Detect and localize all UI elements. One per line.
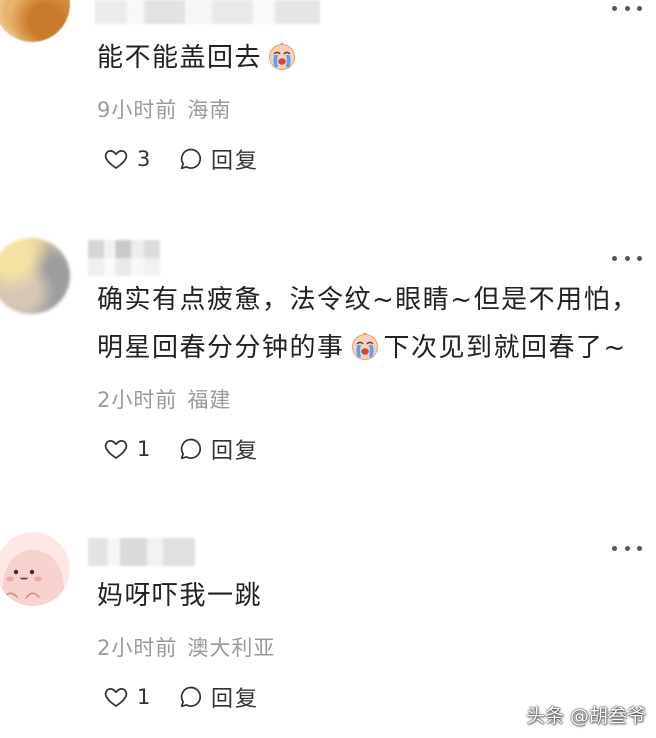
username-blurred[interactable] [95,0,320,24]
watermark-handle: @胡叁爷 [569,705,646,727]
watermark-platform: 头条 [525,705,564,727]
more-dots-icon [624,5,630,11]
comment-bubble-icon [178,146,204,172]
comment: 妈呀吓我一跳 2小时前 澳大利亚 1 回复 [97,572,656,712]
username-blurred[interactable] [88,538,195,566]
comment-list: 能不能盖回去 9小时前 海南 3 回复 确实有点疲惫，法令纹~眼睛~但是不用怕， 明… [0,0,656,738]
comment-text: 妈呀吓我一跳 [97,572,656,620]
reply-button[interactable]: 回复 [178,434,259,464]
comment-text-segment: 确实有点疲惫，法令纹~眼睛~但是不用怕， [97,285,639,315]
avatar[interactable] [0,238,70,314]
comment-location: 海南 [187,98,232,122]
comment-text-segment: 能不能盖回去 [97,43,263,73]
reply-label: 回复 [211,439,260,464]
like-button[interactable]: 1 [103,434,150,464]
comment-text-segment: 妈呀吓我一跳 [97,581,263,611]
comment-time: 2小时前 [97,388,178,412]
comment-meta: 2小时前 福建 [97,386,656,414]
more-dots-icon [637,5,642,11]
comment-bubble-icon [178,684,204,710]
comment-actions: 1 回复 [97,434,656,464]
more-dots-icon [624,255,630,261]
like-count: 1 [137,437,151,461]
heart-outline-icon [103,146,129,172]
comment-bubble-icon [178,436,204,462]
more-dots-icon [612,5,617,11]
more-options-button[interactable] [612,542,642,554]
reply-label: 回复 [211,687,260,712]
more-dots-icon [637,545,642,551]
like-button[interactable]: 1 [103,682,150,712]
heart-outline-icon [103,436,129,462]
more-dots-icon [637,255,642,261]
comment-actions: 3 回复 [97,144,656,174]
watermark: 头条 @胡叁爷 [526,701,646,728]
loudly-crying-face-icon [349,330,381,362]
more-dots-icon [612,545,617,551]
more-dots-icon [612,255,617,261]
heart-outline-icon [103,684,129,710]
reply-button[interactable]: 回复 [178,682,259,712]
reply-button[interactable]: 回复 [178,144,259,174]
username-blurred[interactable] [88,240,160,276]
loudly-crying-face-icon [266,40,298,72]
more-options-button[interactable] [612,252,642,264]
like-button[interactable]: 3 [103,144,150,174]
more-options-button[interactable] [612,2,642,14]
reply-label: 回复 [211,149,260,174]
comment-text: 能不能盖回去 [97,34,656,82]
comment-text-segment: 下次见到就回春了~ [383,333,627,363]
comment-meta: 2小时前 澳大利亚 [97,634,656,662]
more-dots-icon [624,545,630,551]
comment-time: 2小时前 [97,636,178,660]
comment-meta: 9小时前 海南 [97,96,656,124]
comment: 能不能盖回去 9小时前 海南 3 回复 [97,34,656,174]
comment-time: 9小时前 [97,98,178,122]
avatar[interactable] [0,0,70,42]
avatar[interactable] [0,532,70,606]
like-count: 3 [137,147,151,171]
comment: 确实有点疲惫，法令纹~眼睛~但是不用怕， 明星回春分分钟的事 下次见到就回春了~ 2… [97,276,656,464]
comment-text-segment: 明星回春分分钟的事 [97,333,345,363]
comment-location: 澳大利亚 [187,636,276,660]
comment-location: 福建 [187,388,232,412]
like-count: 1 [137,685,151,709]
comment-text: 确实有点疲惫，法令纹~眼睛~但是不用怕， 明星回春分分钟的事 下次见到就回春了~ [97,276,656,372]
